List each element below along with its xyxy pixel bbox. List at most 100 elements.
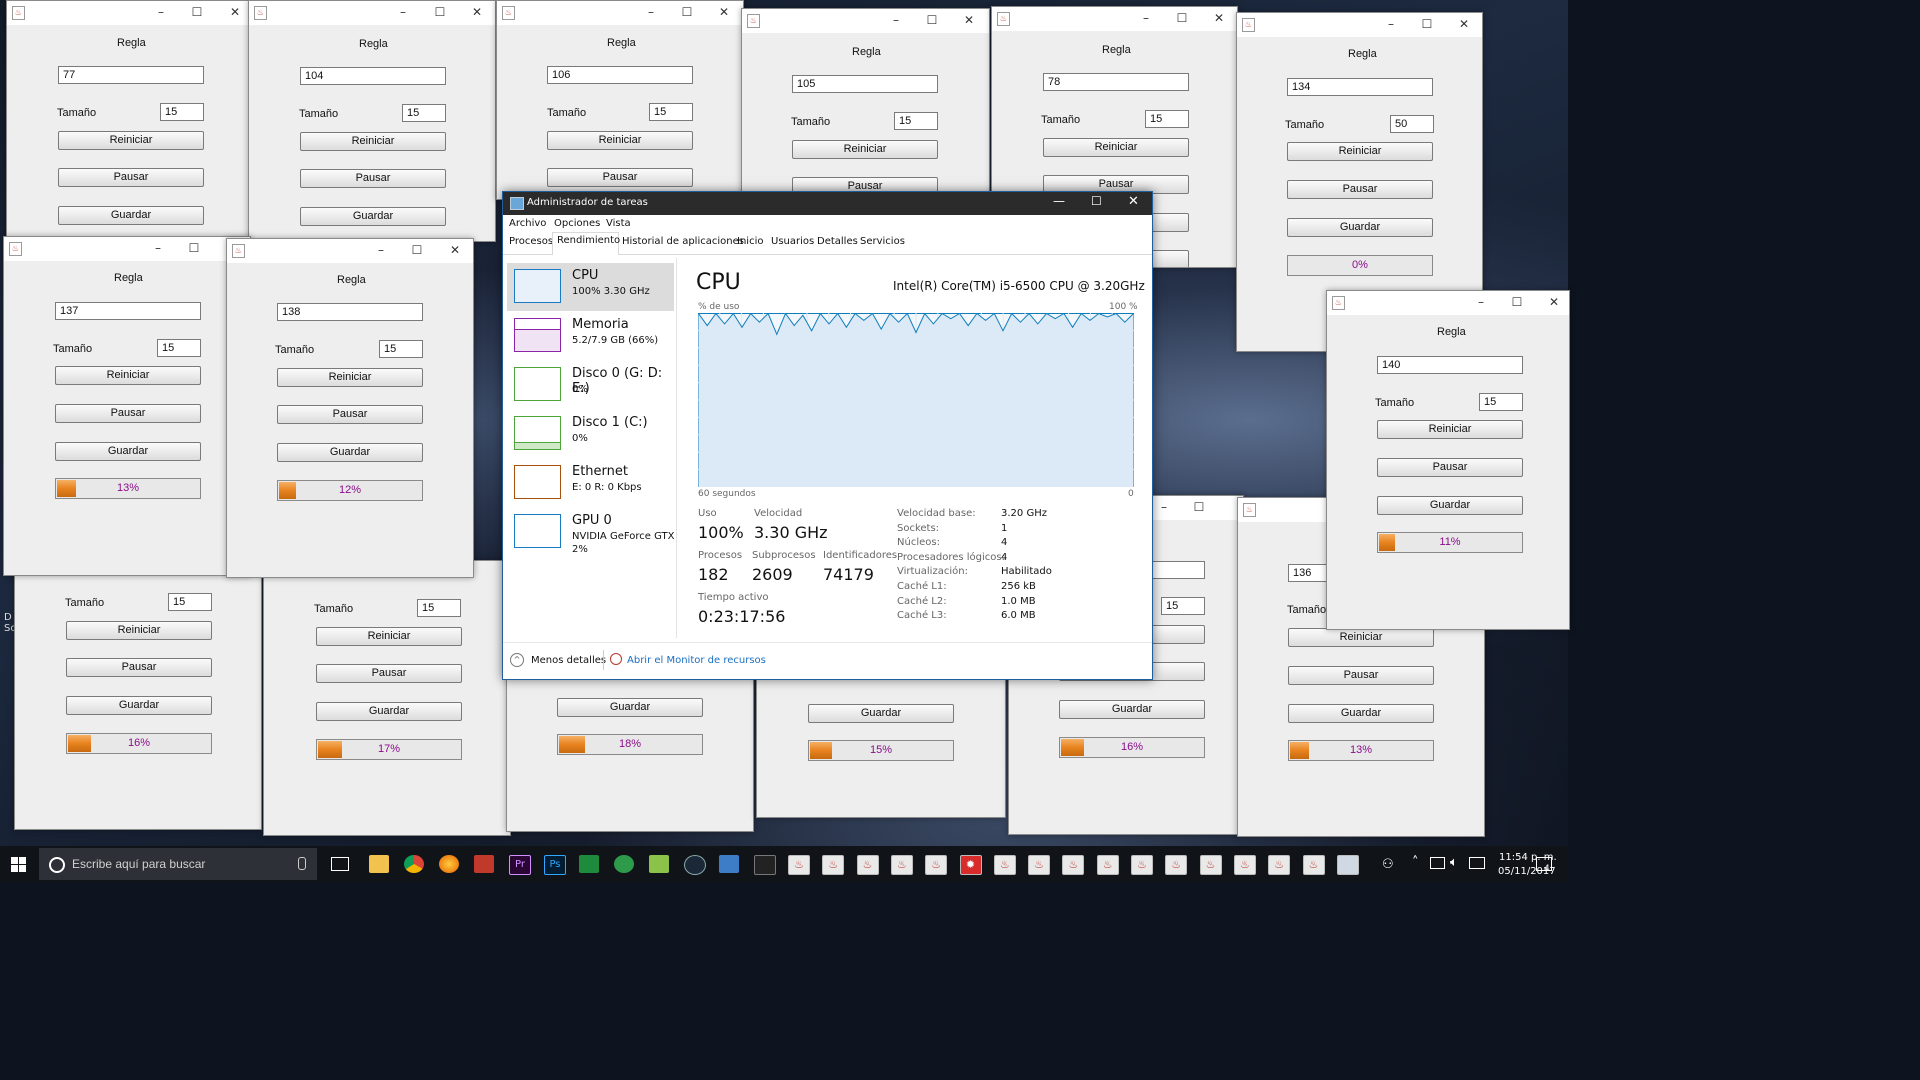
java-app-icon[interactable]: ♨ — [856, 855, 879, 875]
title-bar[interactable]: ♨ – ☐ ✕ — [742, 9, 989, 33]
tamano-field[interactable]: 15 — [160, 103, 204, 121]
close-button[interactable]: ✕ — [446, 242, 464, 258]
microphone-icon[interactable] — [298, 857, 306, 870]
title-bar[interactable]: ♨ – ☐ ✕ — [992, 7, 1237, 31]
tamano-field[interactable]: 15 — [649, 103, 693, 121]
java-app-icon[interactable]: ♨ — [822, 855, 845, 875]
guardar-button[interactable]: Guardar — [1377, 496, 1523, 515]
firefox-icon[interactable] — [439, 855, 459, 873]
guardar-button[interactable]: Guardar — [1288, 704, 1434, 723]
minimize-button[interactable]: – — [642, 4, 660, 20]
photoshop-icon[interactable]: Ps — [544, 855, 566, 875]
sidebar-item-ethernet[interactable]: Ethernet E: 0 R: 0 Kbps — [507, 459, 674, 507]
reiniciar-button[interactable]: Reiniciar — [1288, 628, 1434, 647]
volume-icon[interactable]: 🔈︎ — [1450, 855, 1458, 870]
terminal-icon[interactable] — [754, 855, 776, 875]
minimize-button[interactable]: – — [372, 242, 390, 258]
guardar-button[interactable]: Guardar — [277, 443, 423, 462]
guardar-button[interactable]: Guardar — [300, 207, 446, 226]
reiniciar-button[interactable]: Reiniciar — [792, 140, 938, 159]
close-button[interactable]: ✕ — [1210, 10, 1228, 26]
java-app-icon[interactable]: ♨ — [993, 855, 1016, 875]
menu-opciones[interactable]: Opciones — [554, 218, 600, 229]
pausar-button[interactable]: Pausar — [55, 404, 201, 423]
pausar-button[interactable]: Pausar — [547, 168, 693, 187]
reiniciar-button[interactable]: Reiniciar — [1287, 142, 1433, 161]
tamano-field[interactable]: 15 — [1145, 110, 1189, 128]
minimize-button[interactable]: — — [1053, 194, 1065, 208]
close-button[interactable]: ✕ — [1545, 294, 1563, 310]
title-bar[interactable]: Administrador de tareas — ☐ ✕ — [503, 192, 1152, 215]
minimize-button[interactable]: – — [1137, 10, 1155, 26]
chevron-up-tray-icon[interactable]: ˄ — [1412, 855, 1419, 870]
title-bar[interactable]: ♨ – ☐ ✕ — [497, 1, 743, 25]
java-app-icon[interactable]: ♨ — [1199, 855, 1222, 875]
regla-field[interactable]: 138 — [277, 303, 423, 321]
notepad-plus-icon[interactable] — [649, 855, 669, 873]
network-icon[interactable] — [1430, 857, 1445, 869]
steam-icon[interactable] — [684, 855, 706, 875]
desktop-icon[interactable]: D Sc — [4, 612, 16, 648]
guardar-button[interactable]: Guardar — [316, 702, 462, 721]
reiniciar-button[interactable]: Reiniciar — [1043, 138, 1189, 157]
regla-field[interactable]: 140 — [1377, 356, 1523, 374]
pausar-button[interactable]: Pausar — [1287, 180, 1433, 199]
tab-usuarios[interactable]: Usuarios — [771, 236, 814, 247]
tab-procesos[interactable]: Procesos — [509, 236, 553, 247]
maximize-button[interactable]: ☐ — [1091, 194, 1102, 208]
close-button[interactable]: ✕ — [960, 12, 978, 28]
pausar-button[interactable]: Pausar — [316, 664, 462, 683]
app-icon[interactable] — [474, 855, 494, 873]
java-app-icon[interactable]: ♨ — [1131, 855, 1153, 875]
task-manager-taskbar-icon[interactable] — [1336, 855, 1359, 875]
java-app-icon[interactable]: ♨ — [1028, 855, 1051, 875]
reiniciar-button[interactable]: Reiniciar — [1377, 420, 1523, 439]
regla-field[interactable]: 78 — [1043, 73, 1189, 91]
sidebar-item-disco0[interactable]: Disco 0 (G: D: E:) 0% — [507, 361, 674, 409]
title-bar[interactable]: ♨ – ☐ ✕ — [249, 1, 495, 25]
title-bar[interactable]: ♨ – ☐ ✕ — [227, 239, 473, 263]
reiniciar-button[interactable]: Reiniciar — [66, 621, 212, 640]
sidebar-item-memoria[interactable]: Memoria 5.2/7.9 GB (66%) — [507, 312, 674, 360]
guardar-button[interactable]: Guardar — [808, 704, 954, 723]
menos-detalles-link[interactable]: Menos detalles — [531, 655, 606, 666]
title-bar[interactable]: ♨ – ☐ ✕ — [7, 1, 251, 25]
maximize-button[interactable]: ☐ — [408, 242, 426, 258]
virtualbox-icon[interactable] — [719, 855, 739, 873]
pausar-button[interactable]: Pausar — [58, 168, 204, 187]
reiniciar-button[interactable]: Reiniciar — [58, 131, 204, 150]
tab-servicios[interactable]: Servicios — [860, 236, 905, 247]
title-bar[interactable]: ♨ – ☐ — [4, 237, 250, 261]
pausar-button[interactable]: Pausar — [277, 405, 423, 424]
tab-rendimiento[interactable]: Rendimiento — [557, 235, 620, 246]
minimize-button[interactable]: – — [1472, 294, 1490, 310]
reiniciar-button[interactable]: Reiniciar — [316, 627, 462, 646]
tamano-field[interactable]: 15 — [417, 599, 461, 617]
sidebar-item-cpu[interactable]: CPU 100% 3.30 GHz — [507, 263, 674, 311]
tamano-field[interactable]: 15 — [1161, 597, 1205, 615]
guardar-button[interactable]: Guardar — [66, 696, 212, 715]
java-app-icon[interactable]: ♨ — [1062, 855, 1085, 875]
pausar-button[interactable]: Pausar — [66, 658, 212, 677]
maximize-button[interactable]: ☐ — [1190, 499, 1208, 515]
sidebar-item-gpu[interactable]: GPU 0 NVIDIA GeForce GTX 10 2% — [507, 508, 674, 556]
task-view-icon[interactable] — [331, 857, 349, 871]
regla-field[interactable]: 134 — [1287, 78, 1433, 96]
abrir-monitor-link[interactable]: Abrir el Monitor de recursos — [627, 655, 766, 666]
java-app-icon[interactable]: ♨ — [890, 855, 913, 875]
tamano-field[interactable]: 15 — [1479, 393, 1523, 411]
java-app-icon[interactable]: ♨ — [1096, 855, 1119, 875]
tamano-field[interactable]: 15 — [402, 104, 446, 122]
guardar-button[interactable]: Guardar — [1059, 700, 1205, 719]
close-button[interactable]: ✕ — [1128, 194, 1139, 209]
sidebar-item-disco1[interactable]: Disco 1 (C:) 0% — [507, 410, 674, 458]
regla-field[interactable]: 104 — [300, 67, 446, 85]
pausar-button[interactable]: Pausar — [300, 169, 446, 188]
tab-historial[interactable]: Historial de aplicaciones — [622, 236, 744, 247]
guardar-button[interactable]: Guardar — [55, 442, 201, 461]
regla-field[interactable]: 77 — [58, 66, 204, 84]
close-button[interactable]: ✕ — [226, 4, 244, 20]
java-app-icon[interactable]: ♨ — [788, 855, 810, 875]
java-app-icon[interactable]: ♨ — [1233, 855, 1256, 875]
maximize-button[interactable]: ☐ — [185, 240, 203, 256]
